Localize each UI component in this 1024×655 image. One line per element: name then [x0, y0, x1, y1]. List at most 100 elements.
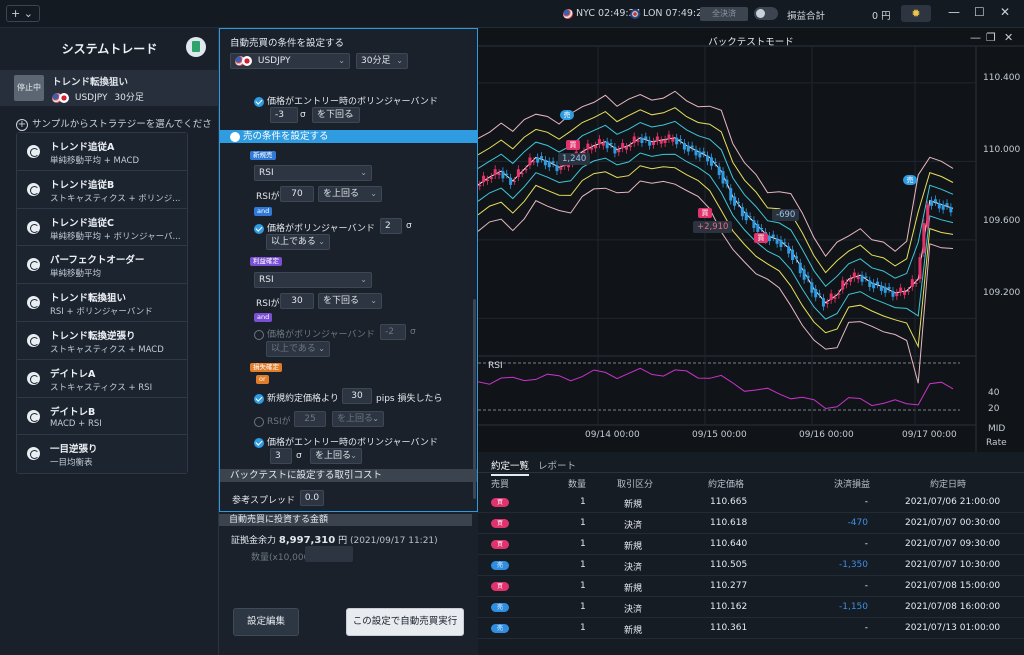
condition-box: 自動売買の条件を設定する USDJPY ⌄ 30分足 ⌄ 価格がエントリー時のボリン… [219, 28, 478, 512]
qty-input[interactable] [305, 546, 353, 562]
timeframe-text: 30分足 [114, 93, 144, 103]
scrollbar[interactable] [473, 299, 476, 499]
spread-input[interactable]: 0.0 [300, 490, 324, 506]
document-icon[interactable] [186, 37, 206, 57]
rsi-cmp-select-3[interactable]: を上回る ⌄ [332, 411, 384, 427]
bb-select-2[interactable]: -2 [380, 324, 406, 340]
candle-body [540, 156, 544, 159]
candle-body [640, 137, 644, 143]
top-bar: + ⌄ NYC 02:49:24 LON 07:49:24 全決済 損益合計 0… [0, 0, 1024, 28]
col-header[interactable]: 数量 [568, 477, 586, 490]
strategy-item[interactable]: デイトレA ストキャスティクス + RSI [17, 359, 187, 398]
strategy-item[interactable]: 一目逆張り 一目均衡表 [17, 435, 187, 474]
minimize-icon[interactable]: — [948, 5, 960, 19]
rsi-tick: 20 [988, 404, 1000, 414]
rsi-input-3[interactable]: 25 [294, 411, 326, 427]
candle-body [879, 285, 883, 291]
buy-marker[interactable]: 買 [566, 140, 580, 150]
indicator-select-1[interactable]: RSI ⌄ [254, 165, 372, 181]
bb-cmp-select-2[interactable]: 以上である ⌄ [266, 341, 330, 357]
bb-select-1[interactable]: 2 [380, 218, 402, 234]
rsi-input-1[interactable]: 70 [280, 186, 314, 202]
strategy-desc: RSI + ボリンジャーバンド [50, 307, 153, 318]
theme-sun-icon[interactable]: ✹ [901, 5, 931, 22]
strategy-desc: ストキャスティクス + MACD [50, 344, 164, 355]
table-row[interactable]: 買 1 新規 110.665 - 2021/07/06 21:00:00 [478, 492, 1024, 513]
maximize-icon[interactable]: ☐ [974, 5, 985, 19]
table-row[interactable]: 売 1 決済 110.505 -1,350 2021/07/07 10:30:00 [478, 555, 1024, 576]
sell-marker[interactable]: 売 [560, 110, 574, 120]
col-header[interactable]: 約定価格 [708, 477, 744, 490]
candle-body [659, 140, 663, 144]
spread-label: 参考スプレッド [232, 496, 296, 506]
strategy-item[interactable]: パーフェクトオーダー 単純移動平均 [17, 246, 187, 285]
bb-select-3[interactable]: 3 [270, 448, 292, 464]
strategy-desc: 単純移動平均 [50, 269, 102, 280]
col-header[interactable]: 約定日時 [930, 477, 966, 490]
buy-marker[interactable]: 買 [754, 233, 768, 243]
trades-panel: 約定一覧 レポート 売買 数量 取引区分 約定価格 決済損益 約定日時 買 1 新規… [478, 452, 1024, 655]
checkbox[interactable] [254, 223, 264, 234]
table-row[interactable]: 売 1 新規 110.361 - 2021/07/13 01:00:00 [478, 618, 1024, 639]
tab-report[interactable]: レポート [538, 458, 576, 472]
col-header[interactable]: 取引区分 [617, 477, 653, 490]
sl-pips-input[interactable]: 30 [342, 388, 372, 404]
price-chart-svg[interactable] [478, 28, 1024, 452]
table-row[interactable]: 買 1 決済 110.618 -470 2021/07/07 00:30:00 [478, 513, 1024, 534]
buy-marker[interactable]: 買 [698, 208, 712, 218]
edit-settings-button[interactable]: 設定編集 [233, 608, 299, 636]
strategy-item[interactable]: トレンド追従C 単純移動平均 + ボリンジャーバ... [17, 208, 187, 247]
sell-condition-header[interactable]: 売の条件を設定する [220, 130, 477, 143]
strategy-item[interactable]: トレンド転換逆張り ストキャスティクス + MACD [17, 321, 187, 360]
table-row[interactable]: 買 1 新規 110.640 - 2021/07/07 09:30:00 [478, 534, 1024, 555]
candle-body [829, 293, 833, 301]
strategy-name: トレンド追従B [50, 179, 115, 191]
strategy-item[interactable]: トレンド追従A 単純移動平均 + MACD [17, 133, 187, 171]
cmp-value: を下回る [323, 296, 360, 306]
indicator-select-2[interactable]: RSI ⌄ [254, 272, 372, 288]
side-badge: 売 [491, 603, 509, 612]
candle-body [493, 169, 497, 176]
rsi-cmp-select-2[interactable]: を下回る ⌄ [318, 293, 382, 309]
x-tick: 09/14 00:00 [585, 430, 640, 440]
candle-body [617, 149, 621, 153]
chevron-down-icon: ⌄ [370, 296, 377, 305]
run-auto-trade-button[interactable]: この設定で自動売買実行 [346, 608, 464, 636]
running-strategy[interactable]: 停止中 トレンド転換狙い USDJPY 30分足 [0, 70, 219, 106]
candle-body [802, 269, 806, 280]
checkbox[interactable] [254, 437, 264, 448]
candle-body [856, 276, 860, 280]
buy-bb-sigma-select[interactable]: -3 [270, 107, 298, 123]
bb-cmp-select-3[interactable]: を上回る ⌄ [310, 448, 362, 464]
candle-body [520, 173, 524, 175]
pl-cell: - [864, 539, 868, 549]
side-badge: 買 [491, 498, 509, 507]
candle-body [497, 173, 501, 176]
bb-cmp-select-1[interactable]: 以上である ⌄ [266, 234, 330, 250]
table-row[interactable]: 売 1 決済 110.162 -1,150 2021/07/08 16:00:00 [478, 597, 1024, 618]
close-icon[interactable]: ✕ [1000, 5, 1010, 19]
bollinger-band-line [478, 107, 954, 274]
strategy-item[interactable]: デイトレB MACD + RSI [17, 397, 187, 436]
strategy-item[interactable]: トレンド転換狙い RSI + ボリンジャーバンド [17, 284, 187, 322]
checkbox[interactable] [254, 416, 264, 427]
timeframe-select[interactable]: 30分足 ⌄ [356, 53, 408, 69]
rsi-input-2[interactable]: 30 [280, 293, 314, 309]
buy-bb-cmp-select[interactable]: を下回る ⌄ [312, 107, 360, 123]
cmp-value: を上回る [323, 189, 360, 199]
checkbox[interactable] [254, 393, 264, 404]
sell-marker[interactable]: 売 [903, 175, 917, 185]
col-header[interactable]: 売買 [491, 477, 509, 490]
checkbox[interactable] [254, 96, 264, 107]
settle-all-button[interactable]: 全決済 [700, 7, 748, 21]
rsi-cmp-select-1[interactable]: を上回る ⌄ [318, 186, 382, 202]
strategy-item[interactable]: トレンド追従B ストキャスティクス + ボリンジ... [17, 170, 187, 209]
checkbox[interactable] [254, 329, 264, 340]
tab-trades[interactable]: 約定一覧 [491, 458, 530, 476]
settle-toggle[interactable] [754, 7, 778, 20]
table-row[interactable]: 買 1 新規 110.277 - 2021/07/08 15:00:00 [478, 576, 1024, 597]
pair-select[interactable]: USDJPY ⌄ [230, 53, 350, 69]
col-header[interactable]: 決済損益 [834, 477, 870, 490]
jp-flag-icon [242, 55, 252, 66]
add-menu-button[interactable]: + ⌄ [6, 5, 40, 22]
